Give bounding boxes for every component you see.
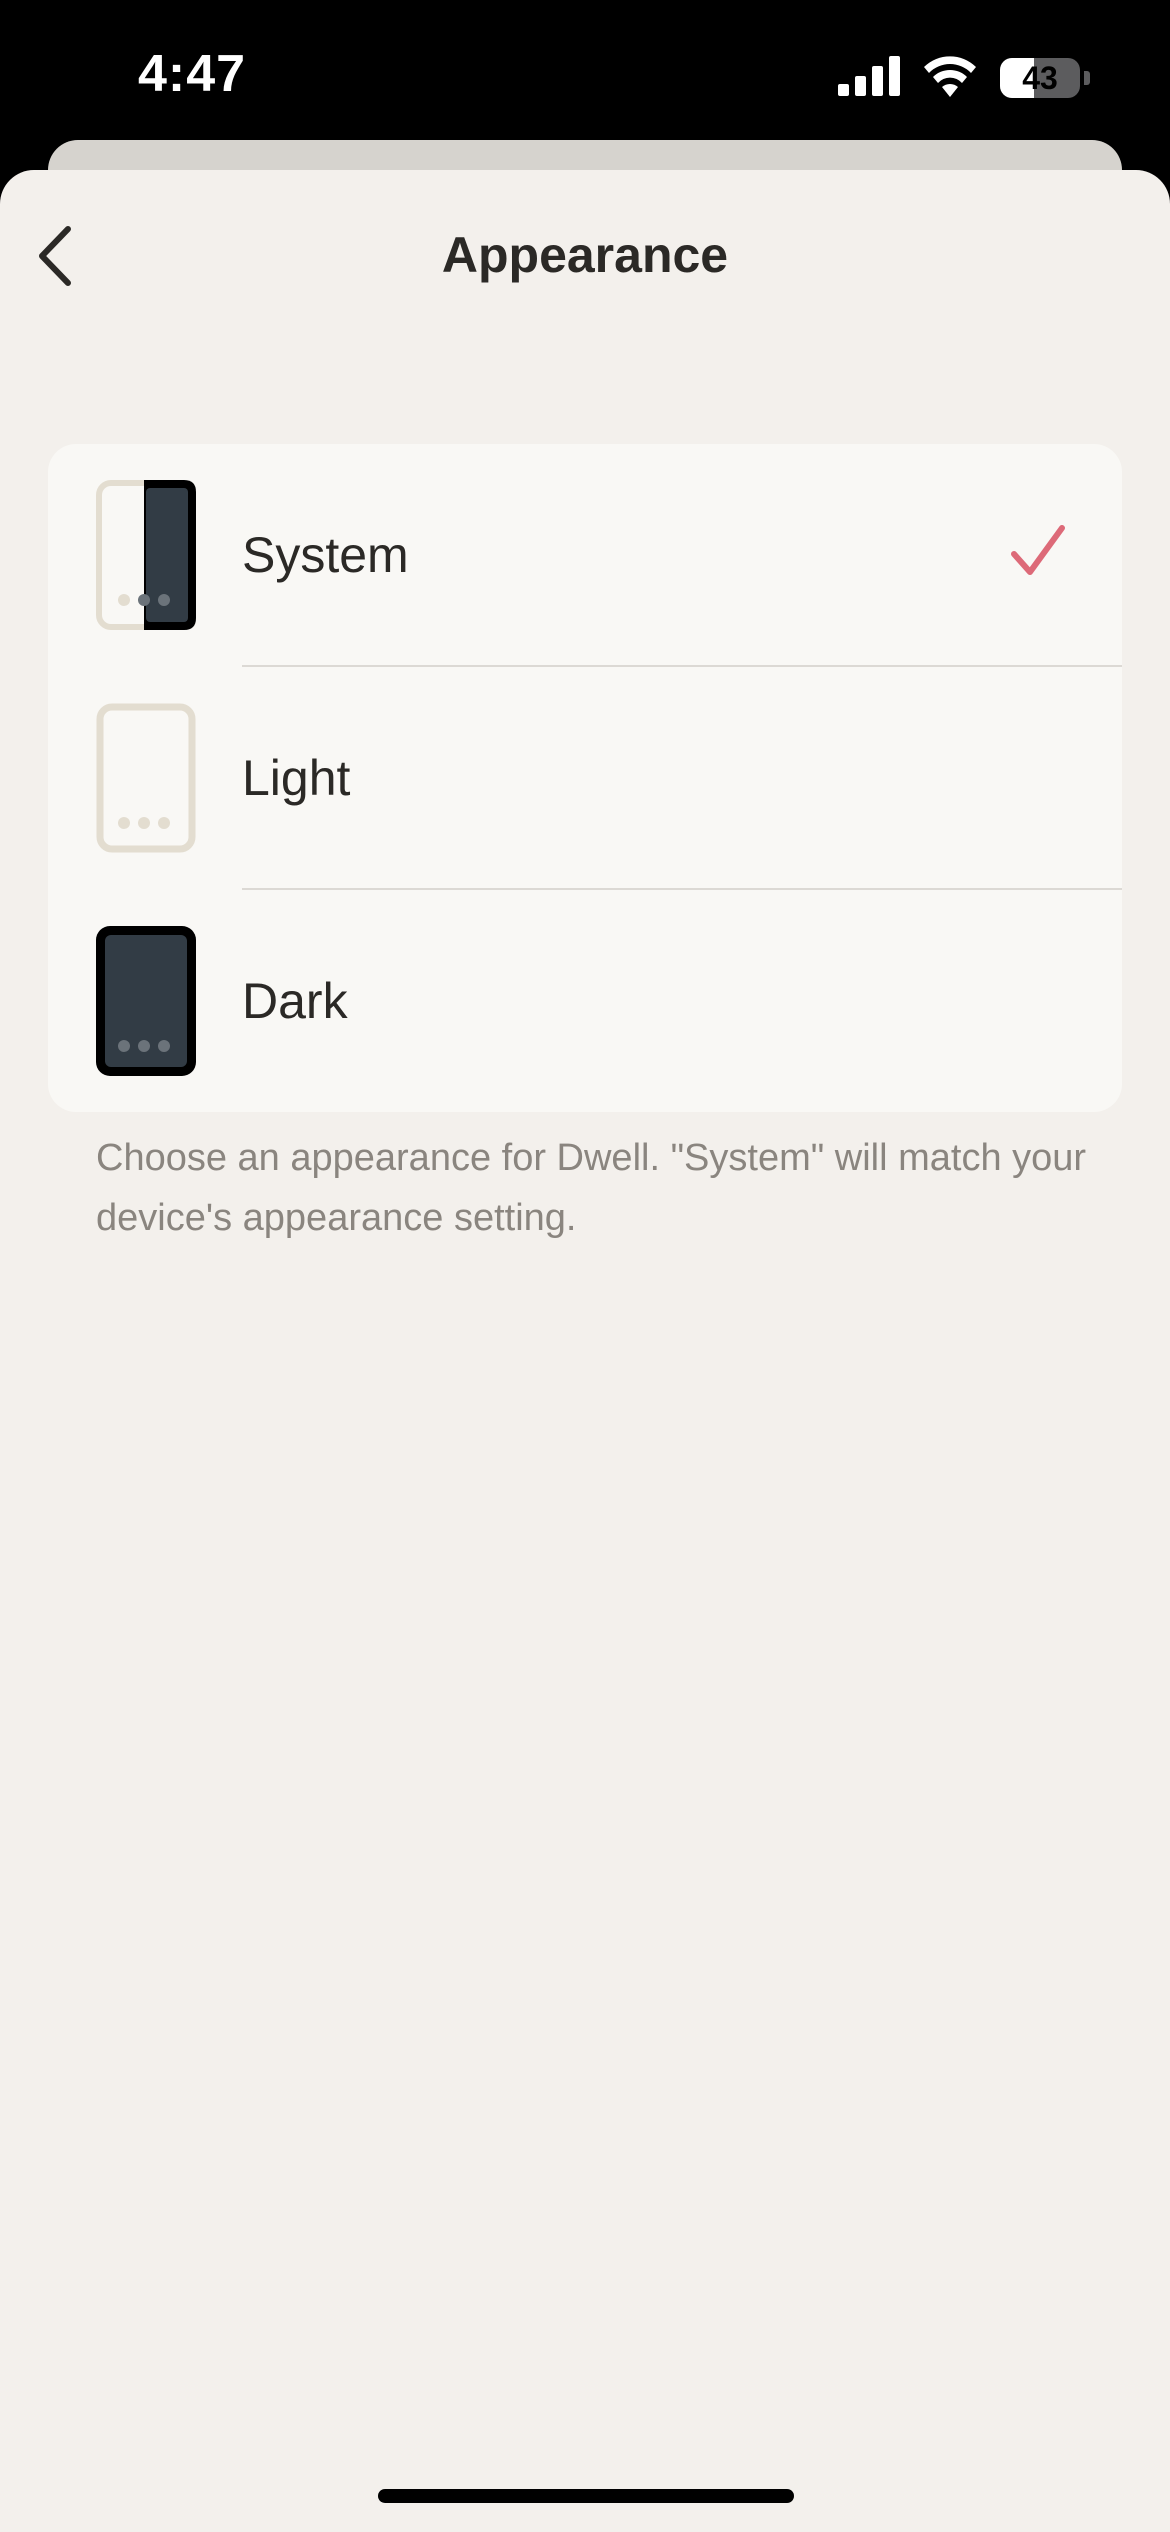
page-title: Appearance — [441, 227, 729, 283]
battery-icon: 43 — [1000, 58, 1080, 98]
nav-header: Appearance — [0, 170, 1170, 340]
option-dark[interactable]: Dark — [48, 890, 1122, 1112]
checkmark-icon — [1011, 525, 1065, 575]
option-label-system: System — [242, 527, 409, 583]
appearance-options-list: System Light Dark — [48, 444, 1122, 1112]
status-time: 4:47 — [138, 45, 247, 103]
home-indicator[interactable] — [378, 2489, 794, 2503]
phone-split-theme-icon — [96, 480, 196, 630]
phone-light-theme-icon — [96, 703, 196, 853]
option-system[interactable]: System — [48, 444, 1122, 666]
phone-dark-theme-icon — [96, 926, 196, 1076]
status-icons: 43 — [838, 54, 1090, 102]
appearance-footer-note: Choose an appearance for Dwell. "System"… — [96, 1137, 1087, 1239]
option-label-dark: Dark — [242, 973, 348, 1029]
wifi-icon — [922, 55, 978, 102]
option-label-light: Light — [242, 750, 351, 806]
battery-nub — [1084, 71, 1090, 85]
battery-level: 43 — [1022, 59, 1058, 96]
app-screen: 4:47 43 Appearance System Light Dark Cho… — [0, 0, 1170, 2532]
option-light[interactable]: Light — [48, 667, 1122, 889]
status-bar: 4:47 43 — [0, 0, 1170, 150]
cellular-signal-icon — [838, 55, 900, 101]
